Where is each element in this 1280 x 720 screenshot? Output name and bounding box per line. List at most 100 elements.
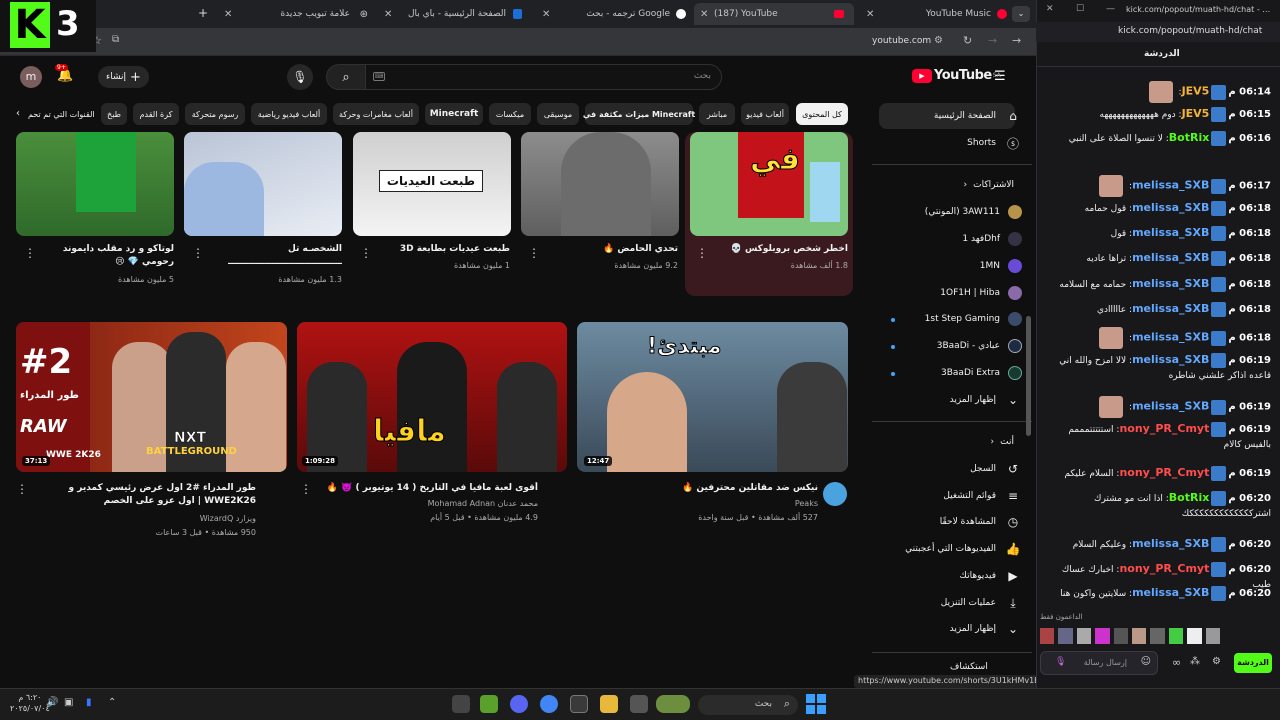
youtube-logo[interactable]: ▶ YouTube SA <box>912 68 1001 83</box>
chat-username[interactable]: melissa_SXB <box>1132 586 1209 599</box>
short-thumbnail[interactable] <box>16 132 174 236</box>
sidebar-item-subscription[interactable]: 3BaaDi - عبادي <box>872 333 1022 359</box>
sidebar-item-history[interactable]: السجل ↺ <box>872 456 1022 482</box>
sidebar-item-subscription[interactable]: 1MN <box>872 253 1022 279</box>
store-icon[interactable] <box>570 695 588 713</box>
search-button[interactable]: ⌕ <box>326 64 366 90</box>
discord-icon[interactable] <box>510 695 528 713</box>
window-close-icon[interactable]: ✕ <box>1046 4 1054 14</box>
widgets-icon[interactable] <box>656 695 690 713</box>
sidebar-item-subscription[interactable]: (المونتي) 3AW111 <box>872 199 1022 225</box>
emoji-icon[interactable]: ☺ <box>1141 656 1151 667</box>
tab-google[interactable]: ترجمه - بحث Google ✕ <box>540 3 690 25</box>
video-title[interactable]: لوتاكو و رد مقلب دايموند رحومي 💎 😢 <box>38 243 174 269</box>
network-icon[interactable]: ▣ <box>64 697 73 708</box>
file-explorer-icon[interactable] <box>600 695 618 713</box>
clock[interactable]: ٦:٢٠ م ٢٠٢٥/٠٧/٠٤ <box>10 692 50 714</box>
chip[interactable]: رسوم متحركة <box>185 103 245 125</box>
window-minimize-icon[interactable]: — <box>1106 4 1115 14</box>
chip[interactable]: كرة القدم <box>133 103 179 125</box>
tab-youtube[interactable]: (187) YouTube ✕ <box>694 3 854 25</box>
window-maximize-icon[interactable]: ☐ <box>1076 4 1084 14</box>
chat-username[interactable]: melissa_SXB <box>1132 201 1209 214</box>
close-icon[interactable]: ✕ <box>224 9 232 20</box>
chat-username[interactable]: melissa_SXB <box>1132 353 1209 366</box>
channel-name[interactable]: Peaks <box>600 498 818 510</box>
short-thumbnail[interactable]: طبعت العيديات <box>353 132 511 236</box>
chat-username[interactable]: melissa_SXB <box>1132 400 1209 413</box>
site-settings-icon[interactable]: ⚙ <box>934 35 943 46</box>
chat-input[interactable]: 🎙 إرسال رسالة ☺ <box>1040 651 1158 675</box>
video-thumbnail[interactable]: #2 طور المدراء RAW WWE 2K26 NXT BATTLEGR… <box>16 322 287 472</box>
users-icon[interactable]: ⁂ <box>1190 656 1200 667</box>
video-title[interactable]: أقوى لعبة مافيا في التاريخ ( 14 يوتيوبر … <box>320 482 538 495</box>
close-icon[interactable]: ✕ <box>866 9 874 20</box>
send-button[interactable]: الدردشة <box>1234 653 1272 673</box>
chat-username[interactable]: JEV5 <box>1182 85 1210 98</box>
reload-icon[interactable]: ↻ <box>963 34 972 47</box>
chat-username[interactable]: nony_PR_Cmyt <box>1119 466 1209 479</box>
chat-username[interactable]: melissa_SXB <box>1132 331 1209 344</box>
more-icon[interactable]: ⋮ <box>696 247 708 259</box>
url-field[interactable]: youtube.com <box>872 36 931 46</box>
short-thumbnail[interactable] <box>521 132 679 236</box>
chip[interactable]: ألعاب فيديو <box>741 103 789 125</box>
chip[interactable]: موسيقى <box>537 103 579 125</box>
sidebar-show-more[interactable]: إظهار المزيد ⌄ <box>872 387 1022 413</box>
channel-name[interactable]: ويزارد WizardQ <box>36 513 256 525</box>
sidebar-item-playlists[interactable]: قوائم التشغيل ≡ <box>872 483 1022 509</box>
emote-icon[interactable] <box>1058 628 1073 644</box>
keyboard-icon[interactable]: ⌨ <box>373 72 385 81</box>
taskbar-search[interactable]: ⌕ بحث <box>698 695 798 715</box>
chat-username[interactable]: nony_PR_Cmyt <box>1119 422 1209 435</box>
back-icon[interactable]: → <box>1012 34 1021 47</box>
sidebar-item-shorts[interactable]: Shorts ⓢ <box>872 130 1022 156</box>
chip[interactable]: ميزات مكثفة في Minecraft <box>583 103 695 125</box>
chip[interactable]: طبخ <box>101 103 127 125</box>
app-icon[interactable] <box>480 695 498 713</box>
chip[interactable]: ألعاب فيديو رياضية <box>251 103 327 125</box>
emote-icon[interactable] <box>1113 628 1129 644</box>
sidebar-show-more[interactable]: إظهار المزيد ⌄ <box>872 616 1022 642</box>
more-icon[interactable]: ⋮ <box>16 483 28 495</box>
app-tray-icon[interactable]: ▮ <box>86 697 92 708</box>
video-title[interactable]: طور المدراء #2 اول عرض رئيسي كمدير و WWE… <box>36 482 257 508</box>
chat-url[interactable]: kick.com/popout/muath-hd/chat <box>1118 26 1262 36</box>
avatar[interactable]: m <box>20 66 42 88</box>
new-tab-button[interactable]: + <box>198 6 208 20</box>
sidebar-section-you[interactable]: › أنت <box>872 429 1022 455</box>
sidebar-item-subscription[interactable]: فهد 1Dhf <box>872 226 1022 252</box>
sidebar-item-downloads[interactable]: عمليات التنزيل ⤓ <box>872 590 1022 616</box>
sidebar-item-watch-later[interactable]: المشاهدة لاحقًا ◷ <box>872 509 1022 535</box>
video-title[interactable]: تحدي الحامض 🔥 <box>542 243 678 256</box>
chat-username[interactable]: melissa_SXB <box>1132 302 1209 315</box>
cast-icon[interactable]: ⧉ <box>112 34 119 45</box>
close-icon[interactable]: ✕ <box>700 9 708 20</box>
chat-username[interactable]: melissa_SXB <box>1132 179 1209 192</box>
link-icon[interactable]: ∞ <box>1172 656 1181 669</box>
tab-new[interactable]: علامة تبويب جديدة ✕ ⊛ <box>224 3 374 25</box>
sidebar-item-liked[interactable]: الفيديوهات التي أعجبتني 👍 <box>872 536 1022 562</box>
task-view-icon[interactable] <box>630 695 648 713</box>
close-icon[interactable]: ✕ <box>384 9 392 20</box>
emote-icon[interactable] <box>1205 628 1221 644</box>
channel-name[interactable]: محمد عدنان Mohamad Adnan <box>320 498 538 510</box>
chrome-icon[interactable] <box>540 695 558 713</box>
chat-username[interactable]: melissa_SXB <box>1132 226 1209 239</box>
emote-icon[interactable] <box>1040 628 1055 644</box>
chat-username[interactable]: melissa_SXB <box>1132 251 1209 264</box>
video-thumbnail[interactable]: مبتدئ! <box>577 322 848 472</box>
video-title[interactable]: الشخصـه تل ـــــــــــــــــــــــــــــ… <box>206 243 342 269</box>
short-thumbnail[interactable]: في <box>690 132 848 236</box>
start-icon[interactable] <box>806 694 826 714</box>
more-icon[interactable]: ⋮ <box>528 247 540 259</box>
sidebar-item-your-videos[interactable]: فيديوهاتك ▶ <box>872 563 1022 589</box>
create-button[interactable]: إنشاء + <box>98 66 149 88</box>
sidebar-item-subscription[interactable]: 1st Step Gaming <box>872 306 1022 332</box>
emote-icon[interactable] <box>1076 628 1092 644</box>
emote-icon[interactable] <box>1187 628 1202 644</box>
video-title[interactable]: اخطر شخص بروبلوكس 💀 <box>712 243 848 256</box>
chip[interactable]: مباشر <box>699 103 735 125</box>
chip[interactable]: ألعاب مغامرات وحركة <box>333 103 419 125</box>
app-icon[interactable] <box>452 695 470 713</box>
